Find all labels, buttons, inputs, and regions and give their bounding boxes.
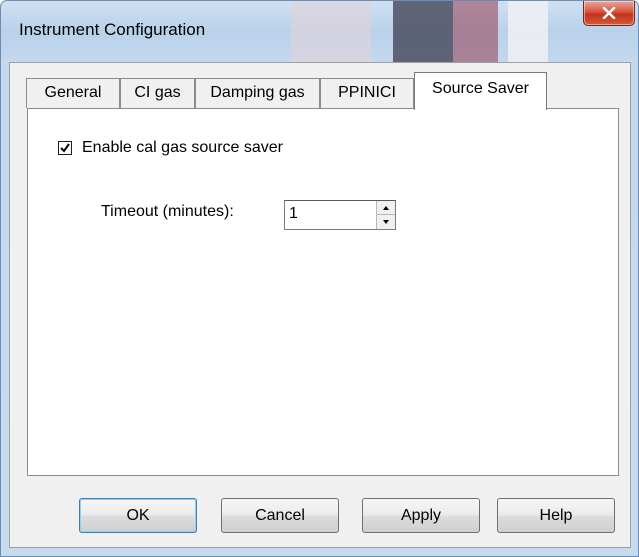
timeout-input[interactable]: 1 (289, 205, 298, 223)
arrow-up-icon (383, 205, 389, 210)
spin-down-button[interactable] (377, 215, 395, 229)
tab-ppinici[interactable]: PPINICI (320, 78, 414, 108)
tab-general[interactable]: General (26, 78, 120, 108)
tab-source-saver[interactable]: Source Saver (414, 72, 547, 110)
close-icon (602, 7, 616, 19)
tab-damping-gas[interactable]: Damping gas (195, 78, 320, 108)
arrow-down-icon (383, 220, 389, 224)
checkmark-icon (60, 143, 70, 153)
close-button[interactable] (583, 1, 635, 26)
background-blur (393, 1, 453, 63)
spin-buttons (376, 201, 395, 229)
tab-ci-gas[interactable]: CI gas (120, 78, 195, 108)
title-bar[interactable]: Instrument Configuration (1, 1, 638, 63)
enable-source-saver-row[interactable]: Enable cal gas source saver (58, 139, 283, 157)
apply-button[interactable]: Apply (362, 498, 480, 533)
enable-source-saver-checkbox[interactable] (58, 141, 72, 155)
timeout-spinbox[interactable]: 1 (284, 200, 396, 230)
cancel-button[interactable]: Cancel (221, 498, 339, 533)
ok-button[interactable]: OK (79, 498, 197, 533)
background-blur (508, 1, 548, 63)
background-blur (291, 1, 371, 63)
timeout-label: Timeout (minutes): (101, 203, 234, 220)
window-title: Instrument Configuration (19, 20, 206, 39)
enable-source-saver-label[interactable]: Enable cal gas source saver (82, 139, 283, 157)
help-button[interactable]: Help (497, 498, 615, 533)
background-blur (453, 1, 498, 63)
tab-page-source-saver: Enable cal gas source saver Timeout (min… (27, 108, 619, 476)
spin-up-button[interactable] (377, 201, 395, 215)
